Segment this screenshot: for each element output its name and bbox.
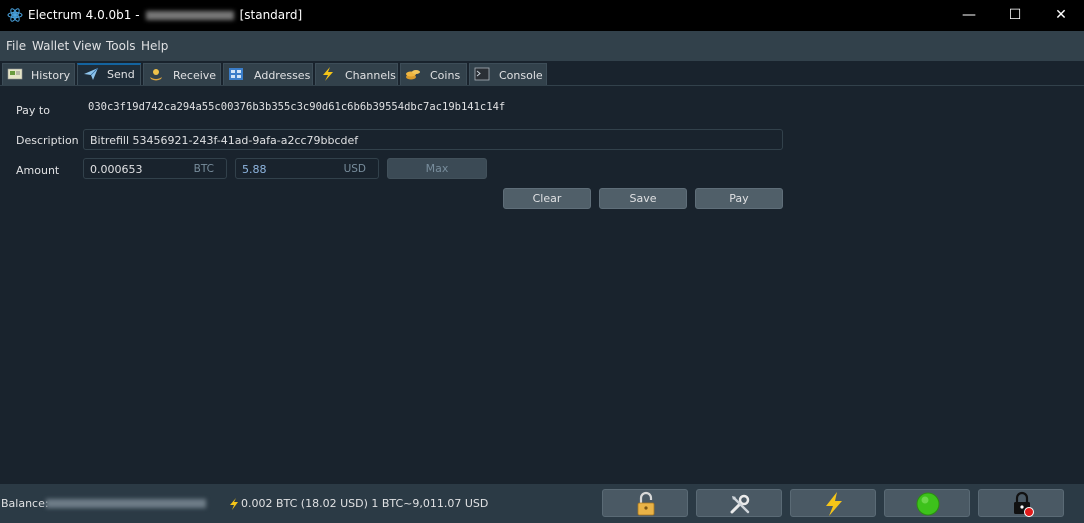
menu-view[interactable]: View bbox=[73, 39, 101, 53]
tab-addresses[interactable]: Addresses bbox=[223, 63, 313, 85]
maximize-button[interactable]: ☐ bbox=[992, 0, 1038, 31]
balance-redacted bbox=[46, 499, 206, 508]
seed-button[interactable] bbox=[978, 489, 1064, 517]
tab-coins-label: Coins bbox=[430, 69, 461, 82]
lightning-balance: 0.002 BTC (18.02 USD) 1 BTC~9,011.07 USD bbox=[241, 497, 489, 510]
lightning-network-button[interactable] bbox=[790, 489, 876, 517]
tab-send-label: Send bbox=[107, 68, 135, 81]
wallet-type: [standard] bbox=[239, 8, 303, 22]
payto-label: Pay to bbox=[16, 104, 50, 117]
minimize-button[interactable]: — bbox=[946, 0, 992, 31]
tab-receive-label: Receive bbox=[173, 69, 217, 82]
lightning-icon bbox=[323, 67, 333, 81]
lock-button[interactable] bbox=[602, 489, 688, 517]
tab-receive[interactable]: Receive bbox=[143, 63, 221, 85]
description-input[interactable]: Bitrefill 53456921-243f-41ad-9afa-a2cc79… bbox=[83, 129, 783, 150]
lightning-icon bbox=[826, 492, 842, 516]
description-label: Description bbox=[16, 134, 79, 147]
save-button[interactable]: Save bbox=[599, 188, 687, 209]
amount-label: Amount bbox=[16, 164, 60, 177]
receive-icon bbox=[150, 69, 162, 81]
tab-channels-label: Channels bbox=[345, 69, 396, 82]
tab-addresses-label: Addresses bbox=[254, 69, 311, 82]
seed-icon bbox=[1014, 491, 1034, 517]
menu-file[interactable]: File bbox=[6, 39, 26, 53]
console-icon bbox=[474, 67, 490, 81]
tab-history-label: History bbox=[31, 69, 71, 82]
amount-fiat-input[interactable]: 5.88 USD bbox=[235, 158, 379, 179]
tools-icon bbox=[730, 494, 750, 514]
amount-fiat-value: 5.88 bbox=[242, 163, 267, 176]
payto-input[interactable]: 030c3f19d742ca294a55c00376b3b355c3c90d61… bbox=[88, 101, 505, 113]
amount-btc-input[interactable]: 0.000653 BTC bbox=[83, 158, 227, 179]
tab-history[interactable]: History bbox=[2, 63, 75, 85]
preferences-button[interactable] bbox=[696, 489, 782, 517]
history-icon bbox=[7, 68, 23, 80]
electrum-logo-icon bbox=[7, 8, 23, 22]
amount-btc-unit: BTC bbox=[193, 163, 214, 175]
window-title: Electrum 4.0.0b1 - [standard] bbox=[28, 8, 302, 22]
description-value: Bitrefill 53456921-243f-41ad-9afa-a2cc79… bbox=[90, 134, 359, 147]
tab-console-label: Console bbox=[499, 69, 543, 82]
status-bar: Balance: 0.002 BTC (18.02 USD) 1 BTC~9,0… bbox=[0, 484, 1084, 523]
title-bar: Electrum 4.0.0b1 - [standard] — ☐ ✕ bbox=[0, 0, 1084, 31]
clear-button[interactable]: Clear bbox=[503, 188, 591, 209]
amount-btc-value: 0.000653 bbox=[90, 163, 143, 176]
lock-icon bbox=[637, 491, 655, 516]
tab-bar: History Send Receive Addresses Channels … bbox=[0, 61, 1084, 86]
addresses-icon bbox=[229, 68, 243, 80]
amount-fiat-unit: USD bbox=[343, 163, 366, 175]
close-button[interactable]: ✕ bbox=[1038, 0, 1084, 31]
menu-help[interactable]: Help bbox=[141, 39, 168, 53]
menu-bar: File Wallet View Tools Help bbox=[0, 31, 1084, 61]
tab-coins[interactable]: Coins bbox=[400, 63, 467, 85]
pay-button[interactable]: Pay bbox=[695, 188, 783, 209]
network-status-button[interactable] bbox=[884, 489, 970, 517]
balance-label: Balance: bbox=[1, 497, 49, 510]
menu-wallet[interactable]: Wallet bbox=[32, 39, 69, 53]
app-title: Electrum 4.0.0b1 - bbox=[28, 8, 140, 22]
wallet-name-redacted bbox=[145, 11, 234, 20]
coins-icon bbox=[406, 70, 420, 80]
tab-console[interactable]: Console bbox=[469, 63, 547, 85]
max-button[interactable]: Max bbox=[387, 158, 487, 179]
tab-send[interactable]: Send bbox=[77, 63, 141, 85]
lightning-small-icon bbox=[230, 498, 238, 510]
send-icon bbox=[84, 67, 99, 80]
network-status-icon bbox=[916, 492, 940, 516]
menu-tools[interactable]: Tools bbox=[106, 39, 136, 53]
tab-channels[interactable]: Channels bbox=[315, 63, 398, 85]
